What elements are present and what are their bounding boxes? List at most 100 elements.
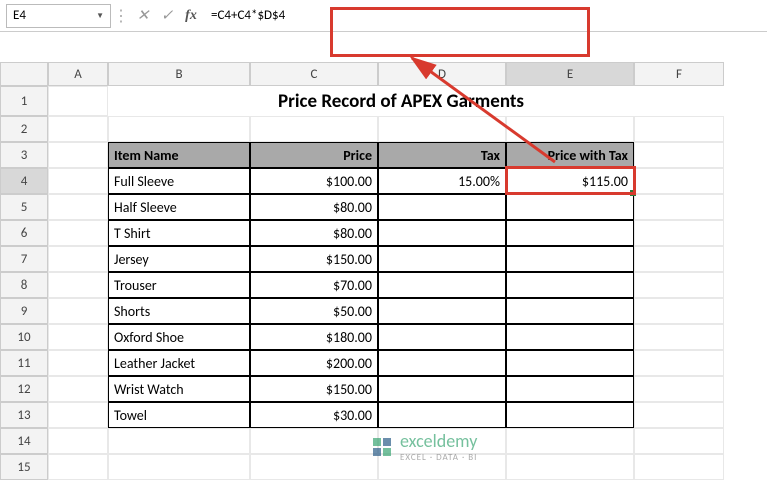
cell[interactable] xyxy=(48,168,108,194)
cell[interactable] xyxy=(48,324,108,350)
cell[interactable] xyxy=(634,272,724,298)
row-header-3[interactable]: 3 xyxy=(0,142,48,168)
row-header-4[interactable]: 4 xyxy=(0,168,48,194)
cell[interactable] xyxy=(378,272,506,298)
col-header-F[interactable]: F xyxy=(634,62,724,86)
header-item[interactable]: Item Name xyxy=(108,142,250,168)
cell[interactable] xyxy=(378,350,506,376)
cell[interactable] xyxy=(250,116,378,142)
cell[interactable] xyxy=(48,220,108,246)
enter-icon[interactable]: ✓ xyxy=(155,4,179,28)
cell[interactable] xyxy=(634,454,724,480)
col-header-C[interactable]: C xyxy=(250,62,378,86)
cell-item[interactable]: Full Sleeve xyxy=(108,168,250,194)
cell-item[interactable]: T Shirt xyxy=(108,220,250,246)
cell[interactable] xyxy=(634,168,724,194)
cell-item[interactable]: Shorts xyxy=(108,298,250,324)
cell[interactable] xyxy=(634,376,724,402)
cell[interactable] xyxy=(378,298,506,324)
cell[interactable] xyxy=(48,402,108,428)
cell[interactable] xyxy=(108,454,250,480)
cell-item[interactable]: Trouser xyxy=(108,272,250,298)
cell[interactable] xyxy=(378,376,506,402)
cell[interactable] xyxy=(634,142,724,168)
cell-item[interactable]: Half Sleeve xyxy=(108,194,250,220)
cell[interactable] xyxy=(108,116,250,142)
row-header-15[interactable]: 15 xyxy=(0,454,48,480)
cancel-icon[interactable]: ✕ xyxy=(131,4,155,28)
cell-item[interactable]: Wrist Watch xyxy=(108,376,250,402)
cell-tax[interactable]: 15.00% xyxy=(378,168,506,194)
cell-item[interactable]: Jersey xyxy=(108,246,250,272)
cell[interactable] xyxy=(506,298,634,324)
page-title[interactable]: Price Record of APEX Garments xyxy=(108,86,694,116)
cell[interactable] xyxy=(48,86,108,116)
cell[interactable] xyxy=(378,116,506,142)
cell[interactable] xyxy=(48,298,108,324)
cell-price[interactable]: $100.00 xyxy=(250,168,378,194)
cell[interactable] xyxy=(48,428,108,454)
cell[interactable] xyxy=(108,428,250,454)
fill-handle[interactable] xyxy=(630,190,636,196)
cell[interactable] xyxy=(634,246,724,272)
col-header-B[interactable]: B xyxy=(108,62,250,86)
cell-result-selected[interactable]: $115.00 xyxy=(506,168,634,194)
cell[interactable] xyxy=(506,324,634,350)
cell[interactable] xyxy=(506,220,634,246)
row-header-6[interactable]: 6 xyxy=(0,220,48,246)
cell[interactable] xyxy=(378,402,506,428)
cell[interactable] xyxy=(250,454,378,480)
cell[interactable] xyxy=(506,272,634,298)
cell[interactable] xyxy=(48,350,108,376)
row-header-10[interactable]: 10 xyxy=(0,324,48,350)
row-header-2[interactable]: 2 xyxy=(0,116,48,142)
cell-item[interactable]: Leather Jacket xyxy=(108,350,250,376)
row-header-12[interactable]: 12 xyxy=(0,376,48,402)
header-pwt[interactable]: Price with Tax xyxy=(506,142,634,168)
cell[interactable] xyxy=(250,428,378,454)
col-header-E[interactable]: E xyxy=(506,62,634,86)
row-header-14[interactable]: 14 xyxy=(0,428,48,454)
col-header-D[interactable]: D xyxy=(378,62,506,86)
cell[interactable] xyxy=(48,142,108,168)
row-header-9[interactable]: 9 xyxy=(0,298,48,324)
cell[interactable] xyxy=(506,350,634,376)
cell[interactable] xyxy=(506,376,634,402)
fx-icon[interactable]: fx xyxy=(179,4,203,28)
row-header-1[interactable]: 1 xyxy=(0,86,48,116)
cell[interactable] xyxy=(48,376,108,402)
cell[interactable] xyxy=(506,194,634,220)
row-header-13[interactable]: 13 xyxy=(0,402,48,428)
cell[interactable] xyxy=(378,246,506,272)
cell[interactable] xyxy=(48,272,108,298)
cell[interactable] xyxy=(48,194,108,220)
cell-item[interactable]: Towel xyxy=(108,402,250,428)
cell[interactable] xyxy=(378,324,506,350)
cell[interactable] xyxy=(48,454,108,480)
cell[interactable] xyxy=(506,402,634,428)
header-tax[interactable]: Tax xyxy=(378,142,506,168)
cell[interactable] xyxy=(634,116,724,142)
cell-price[interactable]: $200.00 xyxy=(250,350,378,376)
cell[interactable] xyxy=(634,194,724,220)
cell[interactable] xyxy=(506,116,634,142)
cell-price[interactable]: $80.00 xyxy=(250,194,378,220)
cell-price[interactable]: $50.00 xyxy=(250,298,378,324)
name-box[interactable]: E4 ▼ xyxy=(6,4,111,28)
cell-item[interactable]: Oxford Shoe xyxy=(108,324,250,350)
cell[interactable] xyxy=(634,220,724,246)
dropdown-icon[interactable]: ▼ xyxy=(96,11,104,21)
cell-price[interactable]: $80.00 xyxy=(250,220,378,246)
formula-input[interactable]: =C4+C4*$D$4 xyxy=(203,4,761,28)
row-header-7[interactable]: 7 xyxy=(0,246,48,272)
cell[interactable] xyxy=(634,324,724,350)
cell[interactable] xyxy=(506,428,634,454)
cell[interactable] xyxy=(634,402,724,428)
row-header-11[interactable]: 11 xyxy=(0,350,48,376)
col-header-A[interactable]: A xyxy=(48,62,108,86)
row-header-5[interactable]: 5 xyxy=(0,194,48,220)
cell[interactable] xyxy=(506,246,634,272)
cell-price[interactable]: $30.00 xyxy=(250,402,378,428)
cell[interactable] xyxy=(378,220,506,246)
cell[interactable] xyxy=(634,350,724,376)
